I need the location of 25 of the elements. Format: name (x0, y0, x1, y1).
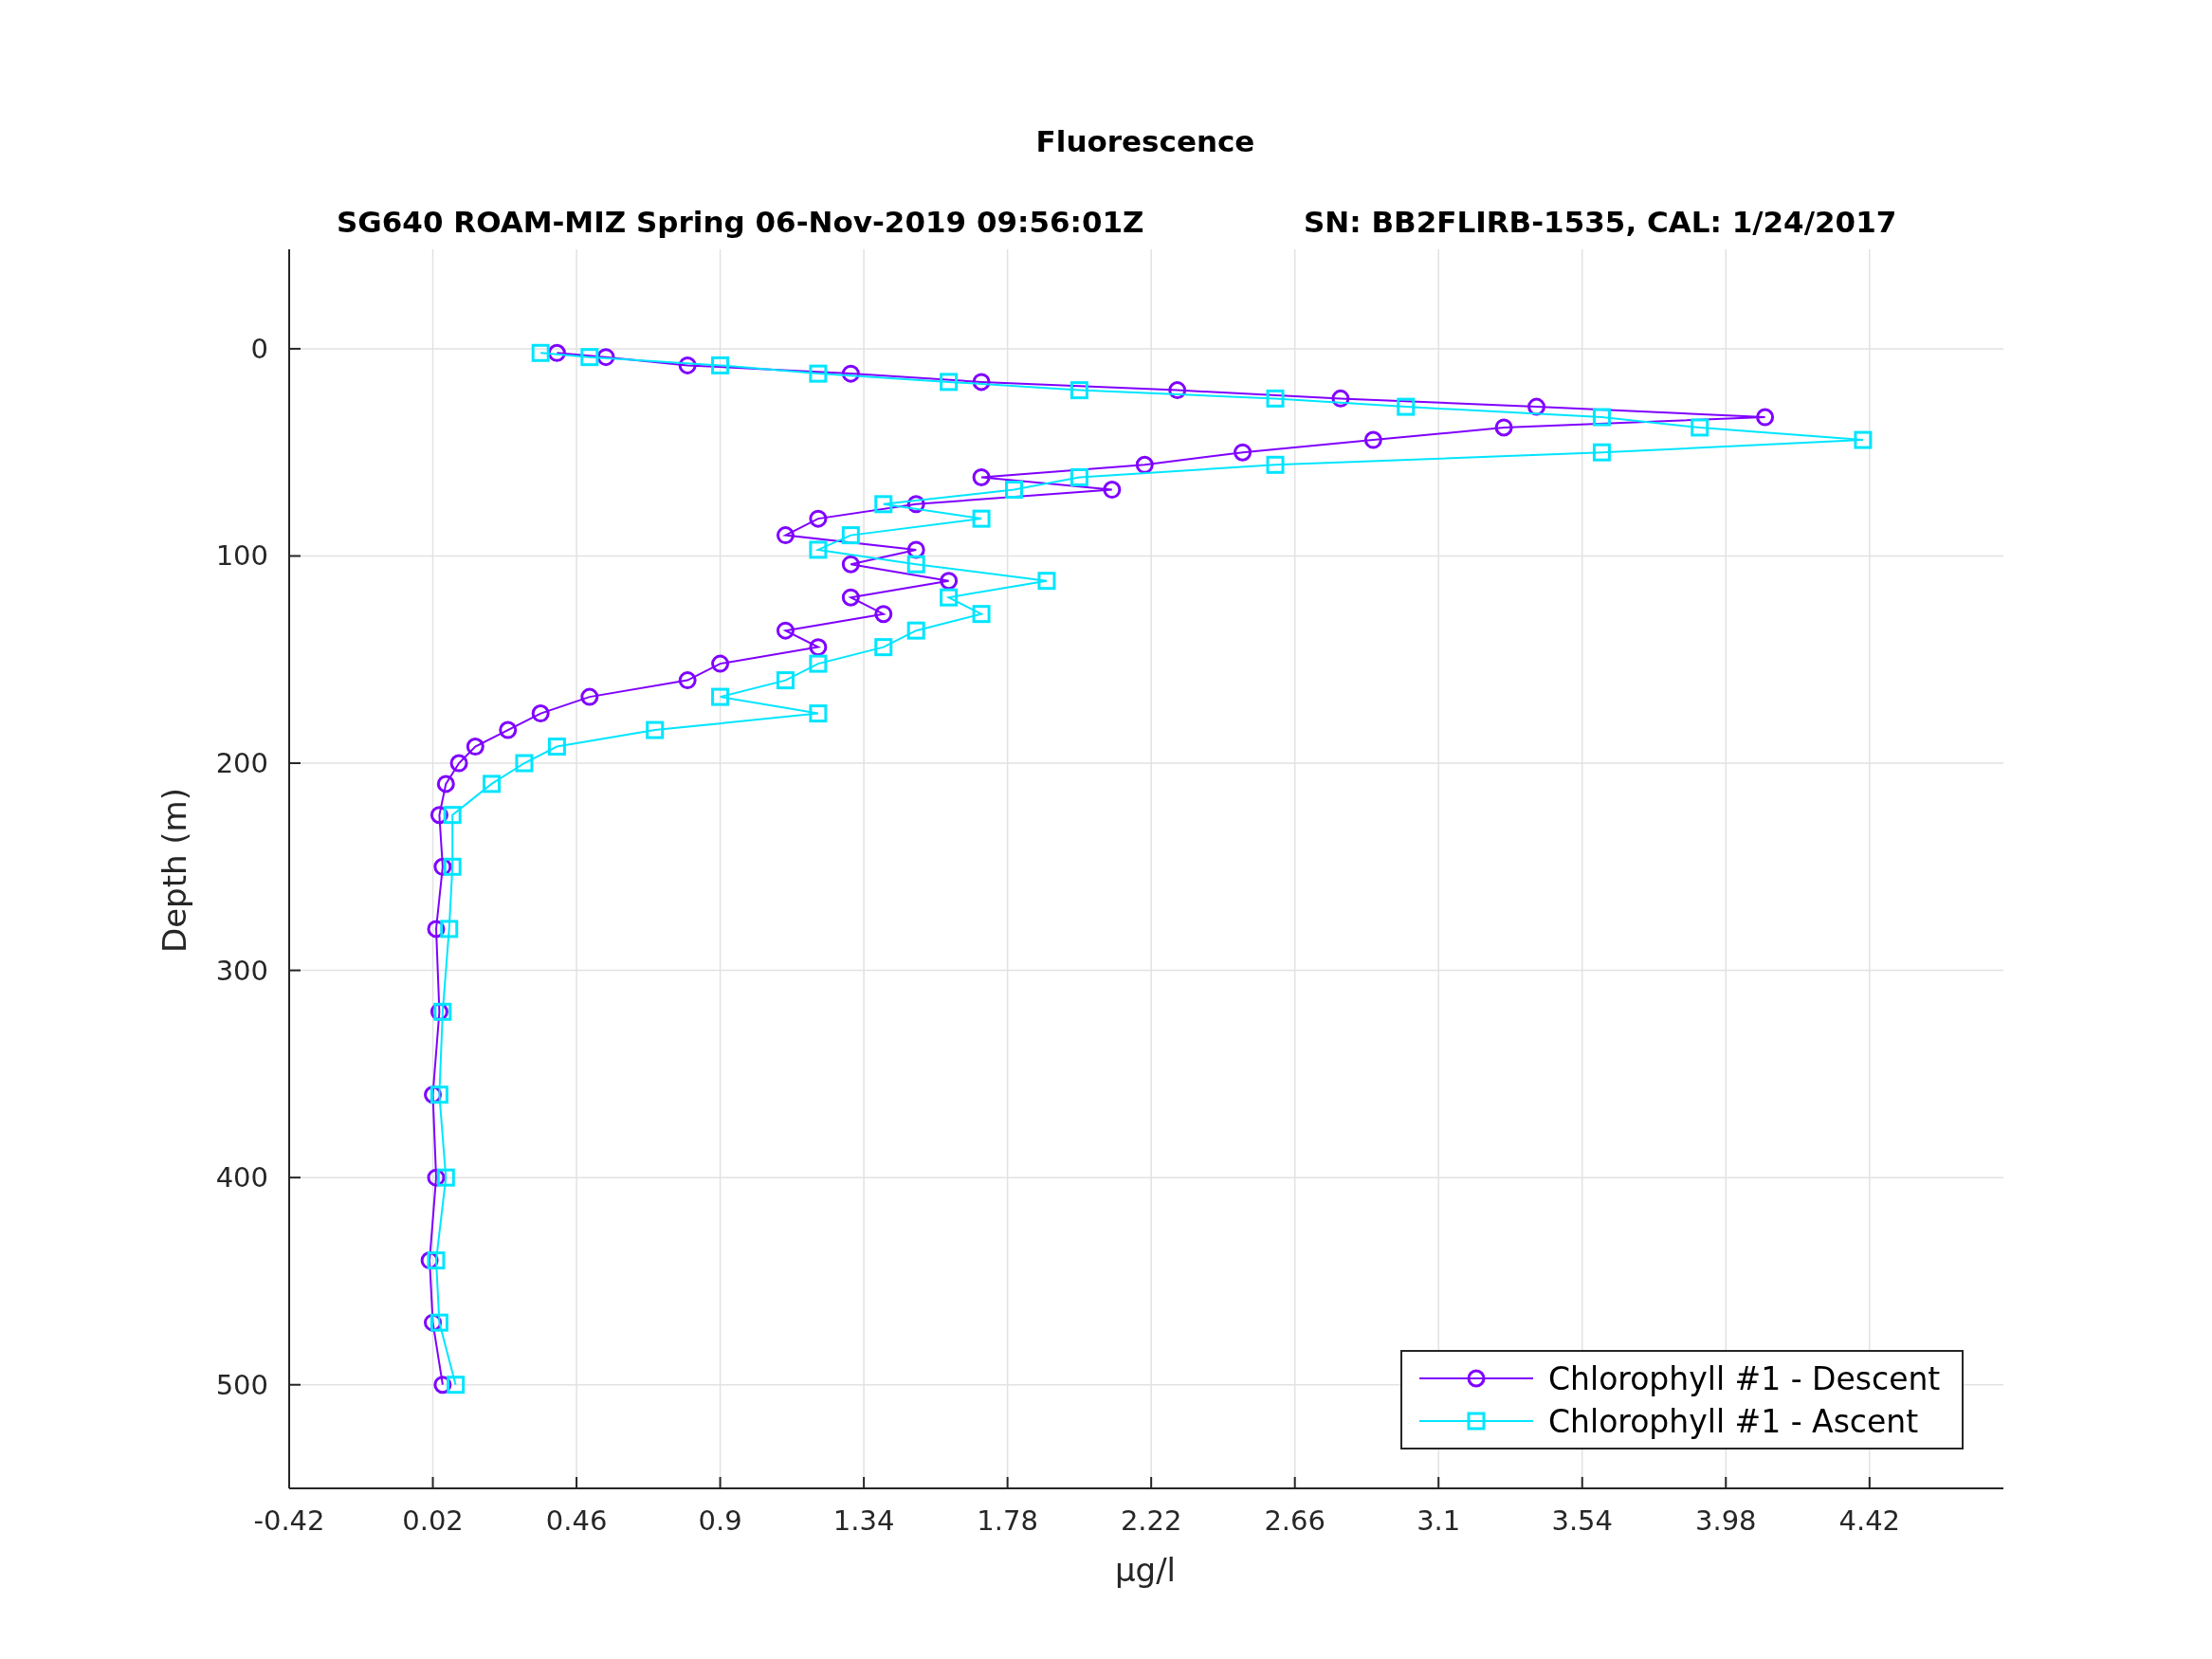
tick-label: 3.98 (1695, 1504, 1757, 1537)
tick-label: 500 (215, 1368, 268, 1401)
tick-label: 2.22 (1120, 1504, 1182, 1537)
tick-label: 300 (215, 954, 268, 987)
tick-label: 4.42 (1838, 1504, 1901, 1537)
tick-label: 0.9 (698, 1504, 742, 1537)
tick-label: 100 (215, 539, 268, 573)
tick-label: 400 (215, 1161, 268, 1194)
x-axis-label: μg/l (1114, 1551, 1177, 1589)
chart-title: Fluorescence (1035, 124, 1255, 158)
tick-label: 0 (250, 332, 268, 365)
tick-label: 2.66 (1264, 1504, 1325, 1537)
tick-label: 3.1 (1417, 1504, 1461, 1537)
legend-label: Chlorophyll #1 - Descent (1548, 1360, 1941, 1397)
tick-label: 0.02 (402, 1504, 464, 1537)
tick-label: 0.46 (545, 1504, 608, 1537)
legend-label: Chlorophyll #1 - Ascent (1548, 1403, 1919, 1440)
tick-label: 1.34 (832, 1504, 895, 1537)
chart-subtitle: SG640 ROAM-MIZ Spring 06-Nov-2019 09:56:01Z (337, 205, 1144, 239)
tick-label: 1.78 (977, 1504, 1038, 1537)
tick-label: 200 (215, 747, 268, 780)
y-axis-label: Depth (m) (155, 788, 193, 953)
chart-subtitle: SN: BB2FLIRB-1535, CAL: 1/24/2017 (1304, 205, 1897, 239)
tick-label: -0.42 (253, 1504, 325, 1537)
tick-label: 3.54 (1551, 1504, 1614, 1537)
